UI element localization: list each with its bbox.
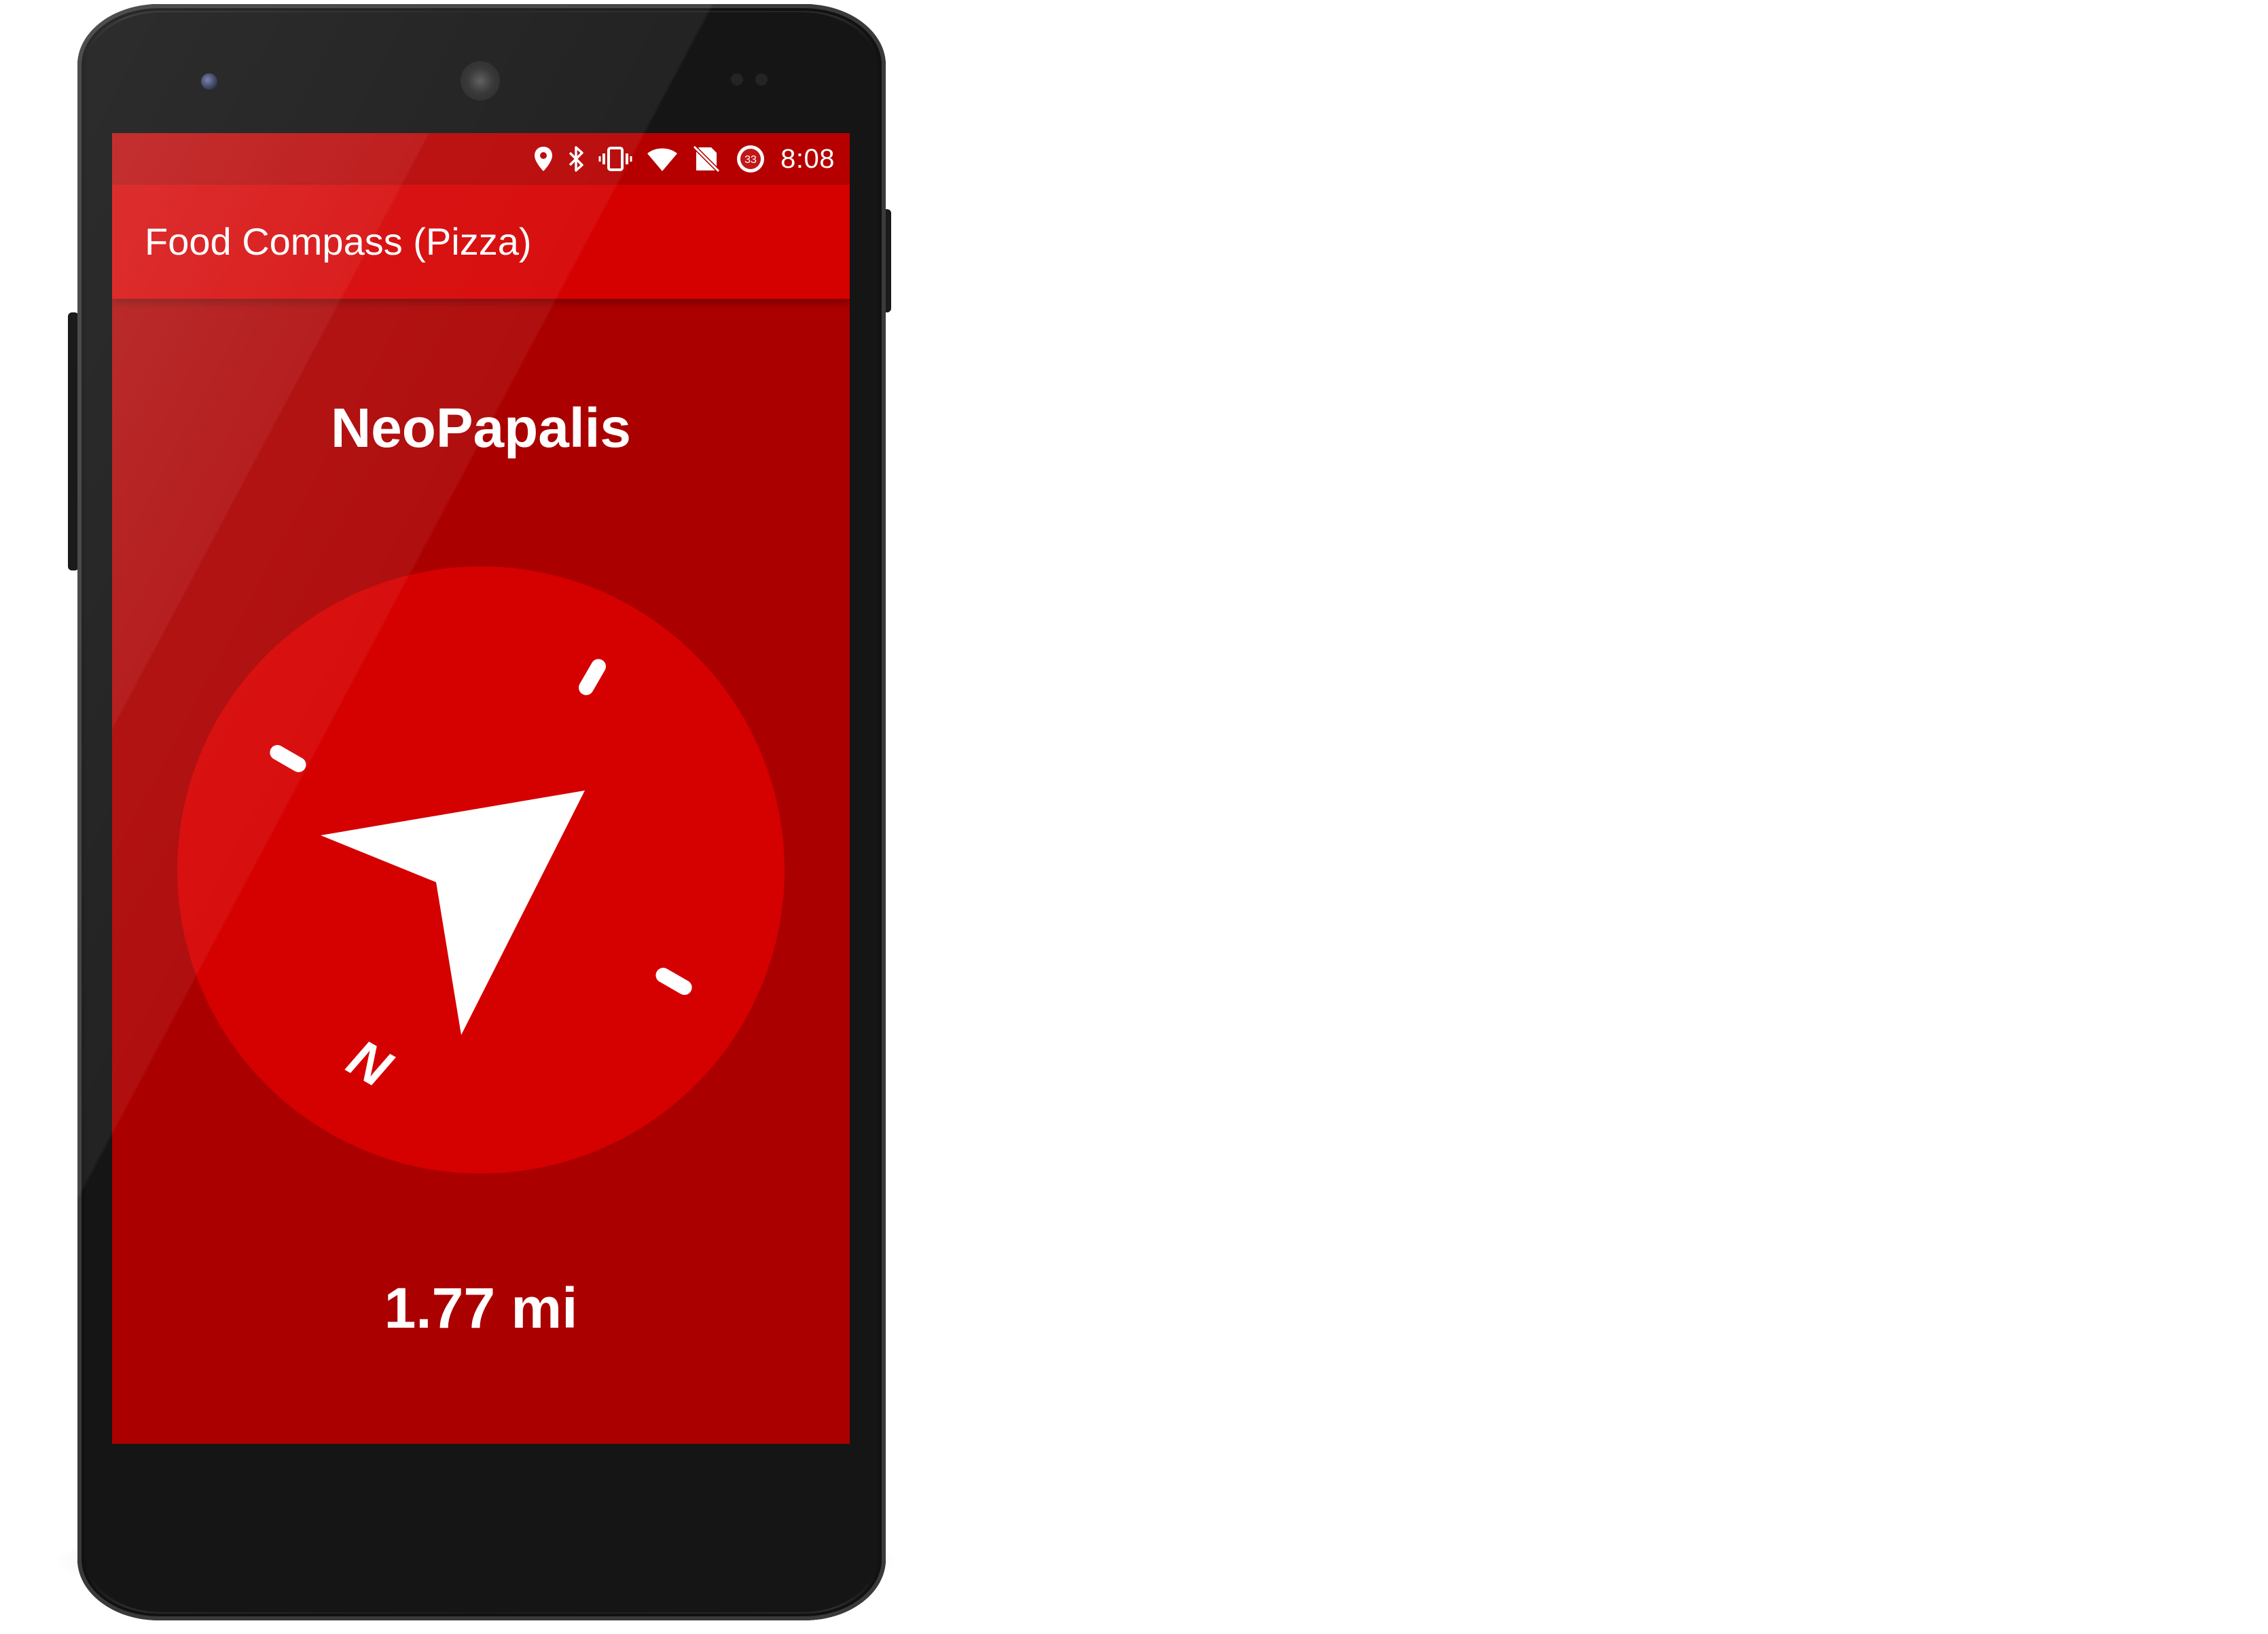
app-title: Food Compass (Pizza) bbox=[145, 220, 532, 263]
battery-badge-text: 33 bbox=[744, 154, 757, 166]
distance-readout: 1.77 mi bbox=[384, 1276, 578, 1340]
status-icons: 33 8:08 bbox=[533, 133, 835, 185]
earpiece-speaker bbox=[461, 61, 500, 101]
compass-dial: N bbox=[177, 566, 785, 1174]
bluetooth-icon bbox=[567, 145, 585, 173]
status-time: 8:08 bbox=[780, 143, 835, 174]
no-sim-icon bbox=[692, 145, 721, 173]
place-name: NeoPapalis bbox=[330, 397, 632, 459]
status-bar: 33 8:08 bbox=[112, 133, 850, 185]
app-screen: 33 8:08 Food Compass (Pizza) NeoPapalis … bbox=[112, 133, 850, 1444]
battery-saver-icon: 33 bbox=[734, 143, 767, 175]
light-sensor bbox=[755, 73, 768, 86]
proximity-sensor bbox=[731, 73, 743, 86]
vibrate-icon bbox=[598, 145, 632, 173]
app-bar: Food Compass (Pizza) bbox=[112, 185, 850, 299]
front-camera bbox=[201, 73, 217, 90]
wifi-icon bbox=[646, 145, 679, 173]
stage: 33 8:08 Food Compass (Pizza) NeoPapalis … bbox=[0, 0, 2268, 1634]
location-pin-icon bbox=[533, 145, 554, 173]
